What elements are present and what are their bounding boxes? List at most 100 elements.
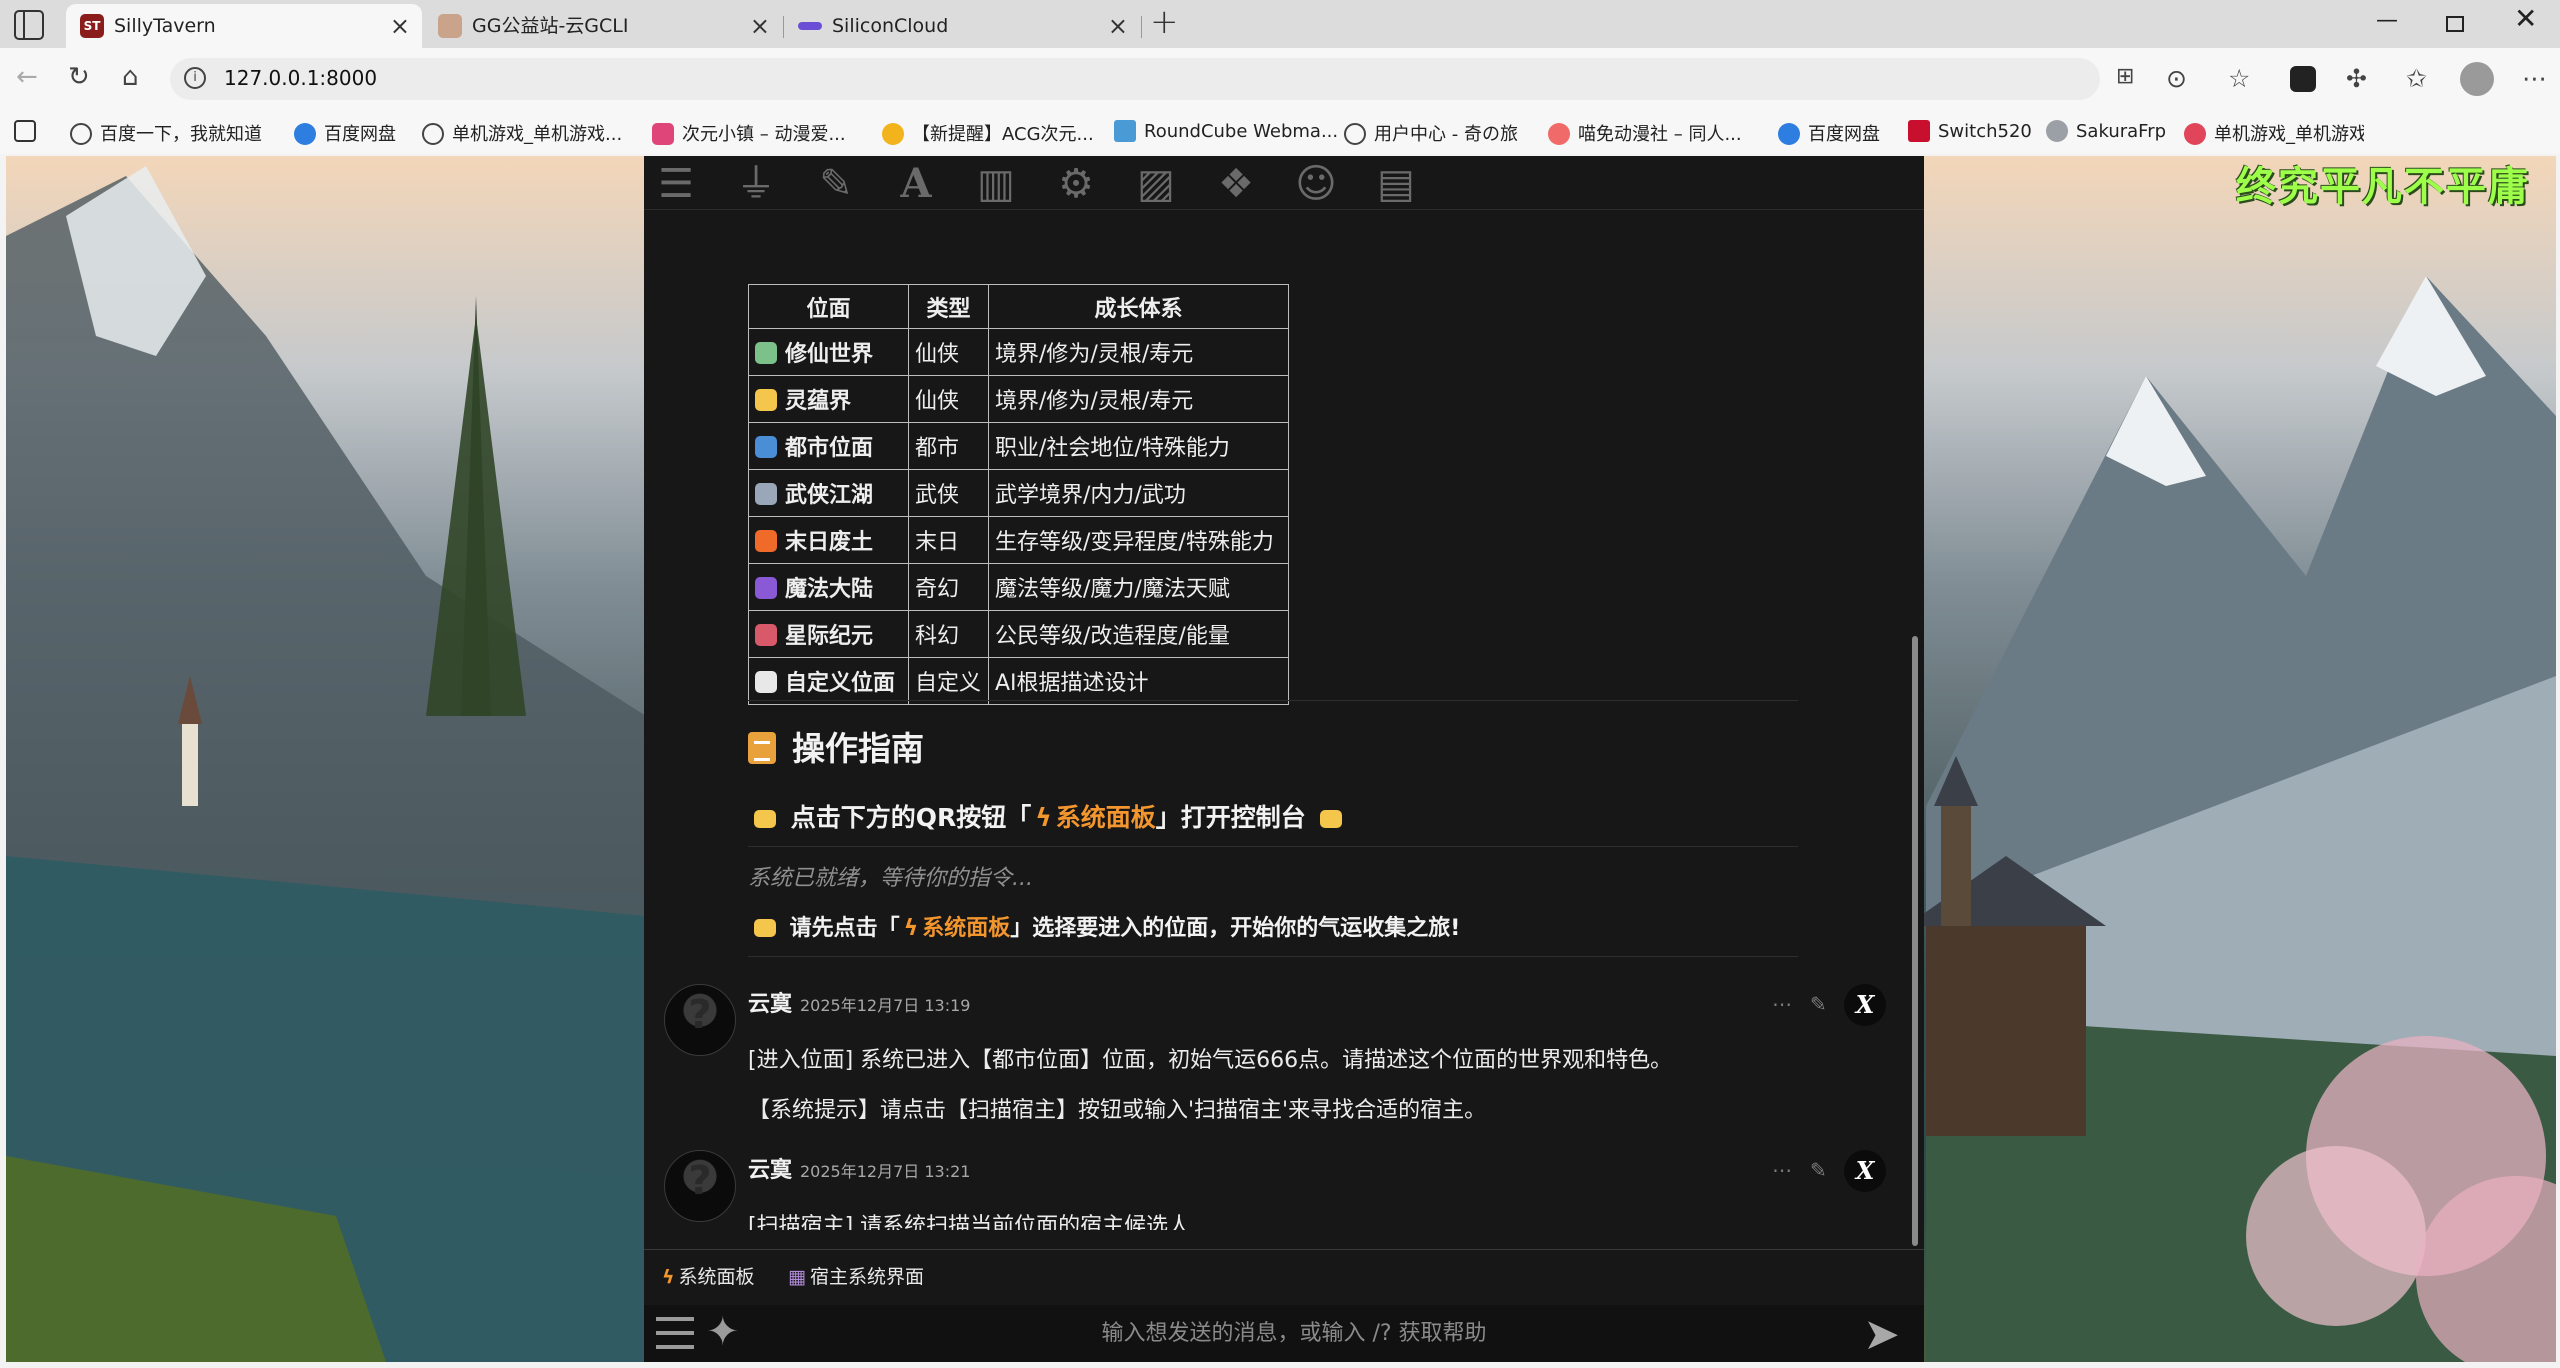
new-tab-icon[interactable]: +: [1150, 2, 1179, 42]
extension-icon[interactable]: [2290, 66, 2316, 92]
worlds-table-body: 修仙世界 仙侠 境界/修为/灵根/寿元 灵蕴界 仙侠 境界/修为/灵根/寿元 都市位面 都市职…: [748, 328, 1289, 705]
back-icon[interactable]: ←: [16, 62, 38, 92]
table-row: 都市位面 都市 职业/社会地位/特殊能力: [748, 422, 1289, 470]
profile-avatar-icon[interactable]: [2460, 62, 2494, 96]
app-available-icon[interactable]: ⊞: [2116, 64, 2134, 89]
table-row: 末日废土 末日 生存等级/变异程度/特殊能力: [748, 516, 1289, 564]
font-icon[interactable]: A: [888, 160, 944, 208]
close-tab-icon[interactable]: ×: [750, 4, 770, 48]
sillytavern-favicon-icon: ST: [80, 14, 104, 38]
sillytavern-app: ☰ ⏚ ✎ A ▥ ⚙ ▨ ❖ ☺ ▤ 位面 类型 成长体系 修仙世界 仙侠 境界/…: [644, 156, 1924, 1362]
more-actions-icon[interactable]: ⋯: [1772, 1158, 1792, 1182]
world-name-cell: 末日废土: [748, 516, 909, 564]
extensions-puzzle-icon[interactable]: ✣: [2346, 64, 2367, 93]
url-text[interactable]: 127.0.0.1:8000: [224, 66, 377, 90]
image-icon[interactable]: ▨: [1128, 160, 1184, 208]
system-panel-highlight: 系统面板: [1055, 803, 1156, 832]
chat-scrollbar[interactable]: [1912, 636, 1918, 1246]
more-actions-icon[interactable]: ⋯: [1772, 992, 1792, 1016]
table-row: 武侠江湖 武侠 武学境界/内力/武功: [748, 469, 1289, 517]
world-type-cell: 武侠: [908, 469, 989, 517]
edit-message-icon[interactable]: ✎: [1810, 1158, 1827, 1182]
bookmark-item[interactable]: RoundCube Webma...: [1114, 120, 1338, 142]
world-growth-cell: AI根据描述设计: [988, 657, 1289, 705]
bookmark-item[interactable]: 【新提醒】ACG次元...: [882, 120, 1094, 146]
close-tab-icon[interactable]: ×: [390, 4, 410, 48]
user-gear-icon[interactable]: ⚙: [1048, 160, 1104, 208]
more-options-icon[interactable]: ⋯: [2522, 64, 2547, 93]
send-icon[interactable]: ➤: [1863, 1309, 1900, 1360]
message-author: 云寞: [748, 1158, 793, 1183]
qr-system-panel-button[interactable]: ϟ 系统面板: [658, 1262, 755, 1289]
close-tab-icon[interactable]: ×: [1108, 4, 1128, 48]
bookmark-item[interactable]: 百度一下，我就知道: [70, 120, 262, 146]
world-emoji-icon: [755, 342, 777, 364]
smile-icon[interactable]: ☺: [1288, 160, 1344, 208]
background-title-text: 终究平凡不平庸: [2236, 163, 2530, 210]
home-icon[interactable]: ⌂: [122, 62, 139, 92]
bookmark-item[interactable]: Switch520: [1908, 120, 2032, 142]
cubes-icon[interactable]: ❖: [1208, 160, 1264, 208]
more-tools-icon[interactable]: ⊙: [2166, 64, 2187, 93]
bookmark-item[interactable]: 喵免动漫社 – 同人...: [1548, 120, 1742, 146]
close-window-icon[interactable]: ✕: [2514, 2, 2537, 35]
world-emoji-icon: [755, 530, 777, 552]
siliconcloud-favicon-icon: [798, 22, 822, 30]
qr-host-system-button[interactable]: ▦ 宿主系统界面: [788, 1262, 924, 1289]
world-emoji-icon: [755, 436, 777, 458]
options-menu-icon[interactable]: [656, 1317, 694, 1349]
guide-heading: 操作指南: [748, 722, 924, 770]
table-row: 自定义位面 自定义 AI根据描述设计: [748, 657, 1289, 705]
message-input[interactable]: [764, 1313, 1824, 1353]
bookmark-item[interactable]: 单机游戏_单机游戏...: [422, 120, 622, 146]
bookmark-item[interactable]: 次元小镇 – 动漫爱...: [652, 120, 846, 146]
world-name-cell: 星际纪元: [748, 610, 909, 658]
tab-title: SiliconCloud: [832, 15, 949, 37]
minimize-icon[interactable]: —: [2376, 8, 2398, 33]
favorites-icon[interactable]: ✩: [2406, 64, 2427, 93]
world-emoji-icon: [755, 483, 777, 505]
tab-separator: [1141, 16, 1142, 38]
bookmark-item[interactable]: 百度网盘: [294, 120, 396, 146]
site-info-icon[interactable]: i: [184, 67, 206, 89]
tab-siliconcloud[interactable]: SiliconCloud ×: [784, 4, 1142, 48]
sliders-icon[interactable]: ☰: [648, 160, 704, 208]
favorite-star-icon[interactable]: ☆: [2228, 64, 2250, 93]
chat-area[interactable]: 位面 类型 成长体系 修仙世界 仙侠 境界/修为/灵根/寿元 灵蕴界 仙侠 境界/修为/灵…: [644, 210, 1914, 1230]
world-type-cell: 科幻: [908, 610, 989, 658]
world-growth-cell: 境界/修为/灵根/寿元: [988, 328, 1289, 376]
table-row: 星际纪元 科幻 公民等级/改造程度/能量: [748, 610, 1289, 658]
sidebar-toggle-icon[interactable]: [14, 10, 44, 40]
book-icon[interactable]: ▥: [968, 160, 1024, 208]
refresh-icon[interactable]: ↻: [68, 62, 90, 92]
d-icon: [652, 123, 674, 145]
avatar[interactable]: ?: [664, 1150, 736, 1222]
chat-message: ? 云寞 2025年12月7日 13:21 ⋯ ✎ X [扫描宿主] 请系统扫描…: [644, 1150, 1914, 1230]
world-type-cell: 仙侠: [908, 375, 989, 423]
plug-icon[interactable]: ⏚: [728, 160, 784, 208]
bookmarks-toggle-icon[interactable]: [14, 120, 44, 142]
bookmark-item[interactable]: SakuraFrp: [2046, 120, 2166, 142]
url-field[interactable]: i 127.0.0.1:8000: [170, 58, 2100, 100]
bolt-icon: ϟ: [662, 1266, 675, 1288]
avatar[interactable]: ?: [664, 984, 736, 1056]
world-type-cell: 末日: [908, 516, 989, 564]
id-card-icon[interactable]: ▤: [1368, 160, 1424, 208]
pointing-hand-icon: [754, 919, 776, 937]
bookmark-item[interactable]: 用户中心 - 奇の旅: [1344, 120, 1518, 146]
restore-icon[interactable]: [2446, 16, 2464, 32]
message-text: [扫描宿主] 请系统扫描当前位面的宿主候选人: [748, 1214, 1191, 1230]
magic-wand-icon[interactable]: ✦: [706, 1309, 740, 1355]
bookmark-item[interactable]: 单机游戏_单机游戏...: [2184, 120, 2364, 146]
x-avatar-button[interactable]: X: [1844, 984, 1886, 1026]
divider: [748, 956, 1798, 957]
edit-message-icon[interactable]: ✎: [1810, 992, 1827, 1016]
baidu-pan-icon: [294, 123, 316, 145]
x-avatar-button[interactable]: X: [1844, 1150, 1886, 1192]
table-row: 修仙世界 仙侠 境界/修为/灵根/寿元: [748, 328, 1289, 376]
tab-sillytavern[interactable]: ST SillyTavern ×: [66, 4, 422, 48]
pencil-icon[interactable]: ✎: [808, 160, 864, 208]
tab-gg-gcli[interactable]: GG公益站-云GCLI ×: [424, 4, 784, 48]
bookmark-item[interactable]: 百度网盘: [1778, 120, 1880, 146]
game-icon: [2184, 123, 2206, 145]
